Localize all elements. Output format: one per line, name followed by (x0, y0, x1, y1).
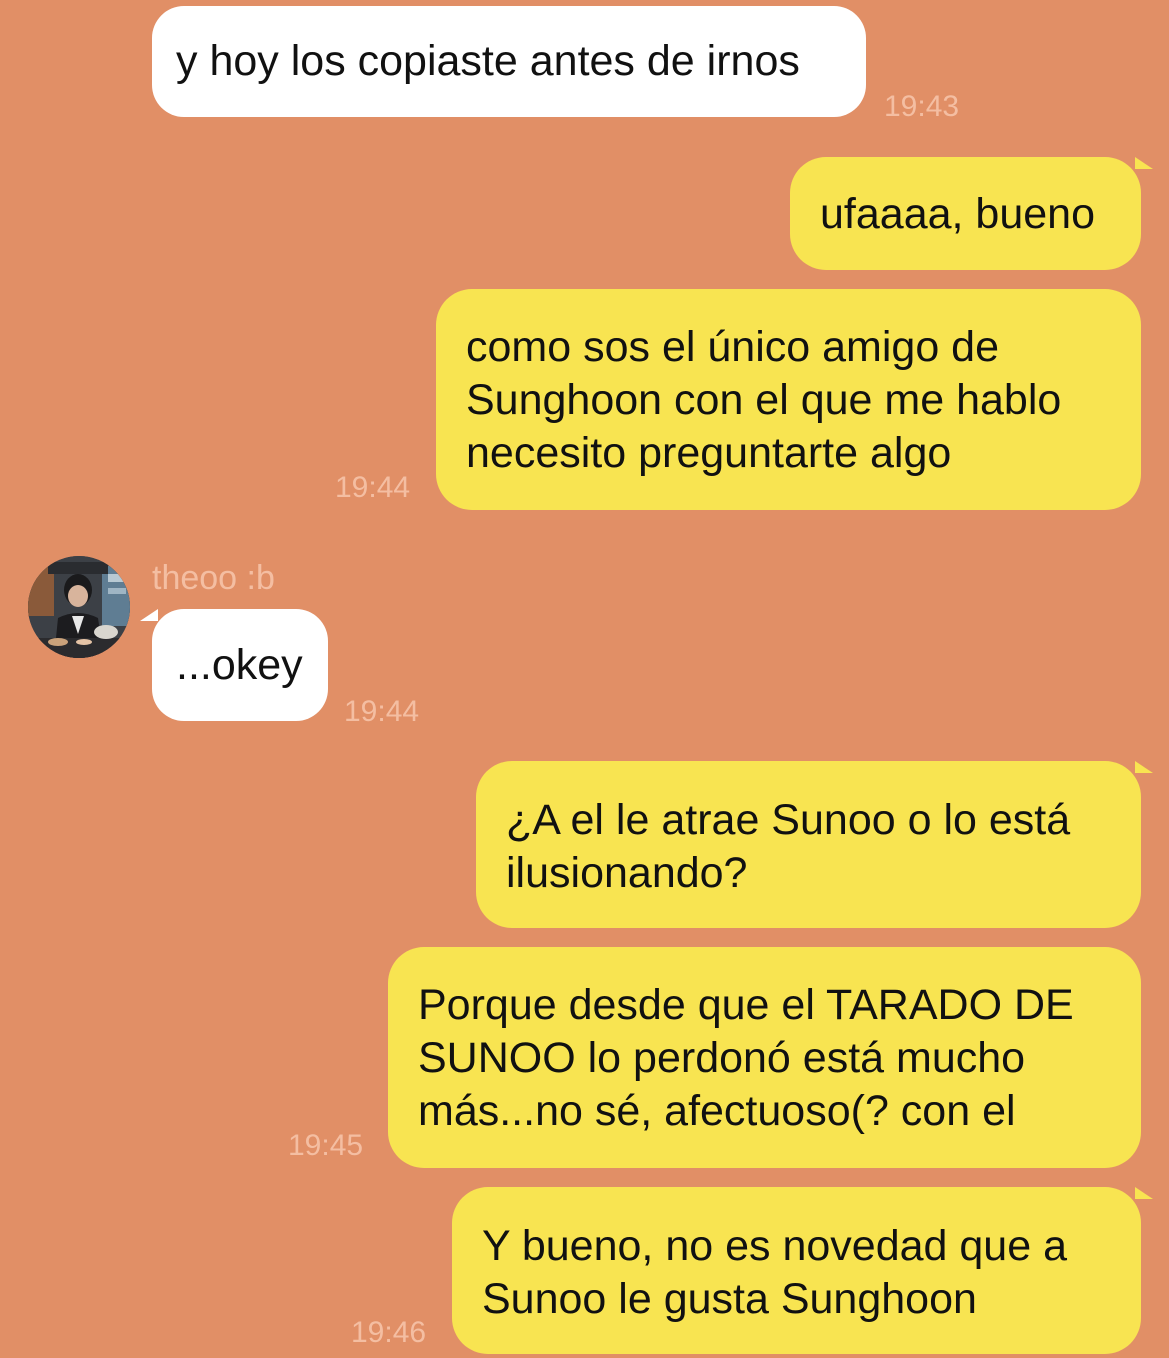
message-text: y hoy los copiaste antes de irnos (176, 37, 800, 85)
message-text: como sos el único amigo de (466, 323, 1000, 371)
message-text: necesito preguntarte algo (466, 429, 952, 477)
message-text: SUNOO lo perdonó está mucho (418, 1034, 1026, 1082)
message-timestamp: 19:43 (884, 90, 960, 123)
message-text: ...okey (176, 641, 303, 689)
message-text: Sunoo le gusta Sunghoon (482, 1275, 977, 1323)
message-text: ufaaaa, bueno (820, 190, 1095, 238)
message-timestamp: 19:45 (288, 1129, 364, 1162)
message-bubble-outgoing[interactable]: ¿A el le atrae Sunoo o lo está ilusionan… (476, 761, 1141, 928)
message-bubble-incoming[interactable]: y hoy los copiaste antes de irnos (152, 6, 866, 117)
message-text: Y bueno, no es novedad que a (482, 1222, 1067, 1270)
message-text: ilusionando? (506, 849, 748, 897)
message-text: ¿A el le atrae Sunoo o lo está (506, 796, 1071, 844)
message-text: más...no sé, afectuoso(? con el (418, 1087, 1016, 1135)
message-timestamp: 19:46 (351, 1316, 427, 1349)
bubble-tail (140, 609, 158, 621)
bubble-tail (1135, 1187, 1153, 1199)
message-timestamp: 19:44 (335, 471, 411, 504)
message-bubble-incoming[interactable]: ...okey (152, 609, 328, 721)
message-bubble-outgoing[interactable]: Porque desde que el TARADO DE SUNOO lo p… (388, 947, 1141, 1168)
bubble-tail (1135, 157, 1153, 169)
message-bubble-outgoing[interactable]: ufaaaa, bueno (790, 157, 1141, 270)
message-timestamp: 19:44 (344, 695, 420, 728)
message-text: Porque desde que el TARADO DE (418, 981, 1074, 1029)
chat-thread[interactable]: y hoy los copiaste antes de irnos 19:43 … (0, 0, 1169, 1358)
message-text: Sunghoon con el que me hablo (466, 376, 1062, 424)
message-bubble-outgoing[interactable]: como sos el único amigo de Sunghoon con … (436, 289, 1141, 510)
avatar-photo-icon (28, 556, 130, 658)
message-bubble-outgoing[interactable]: Y bueno, no es novedad que a Sunoo le gu… (452, 1187, 1141, 1354)
contact-name: theoo :b (152, 559, 275, 597)
bubble-tail (1135, 761, 1153, 773)
contact-avatar[interactable] (28, 556, 130, 658)
